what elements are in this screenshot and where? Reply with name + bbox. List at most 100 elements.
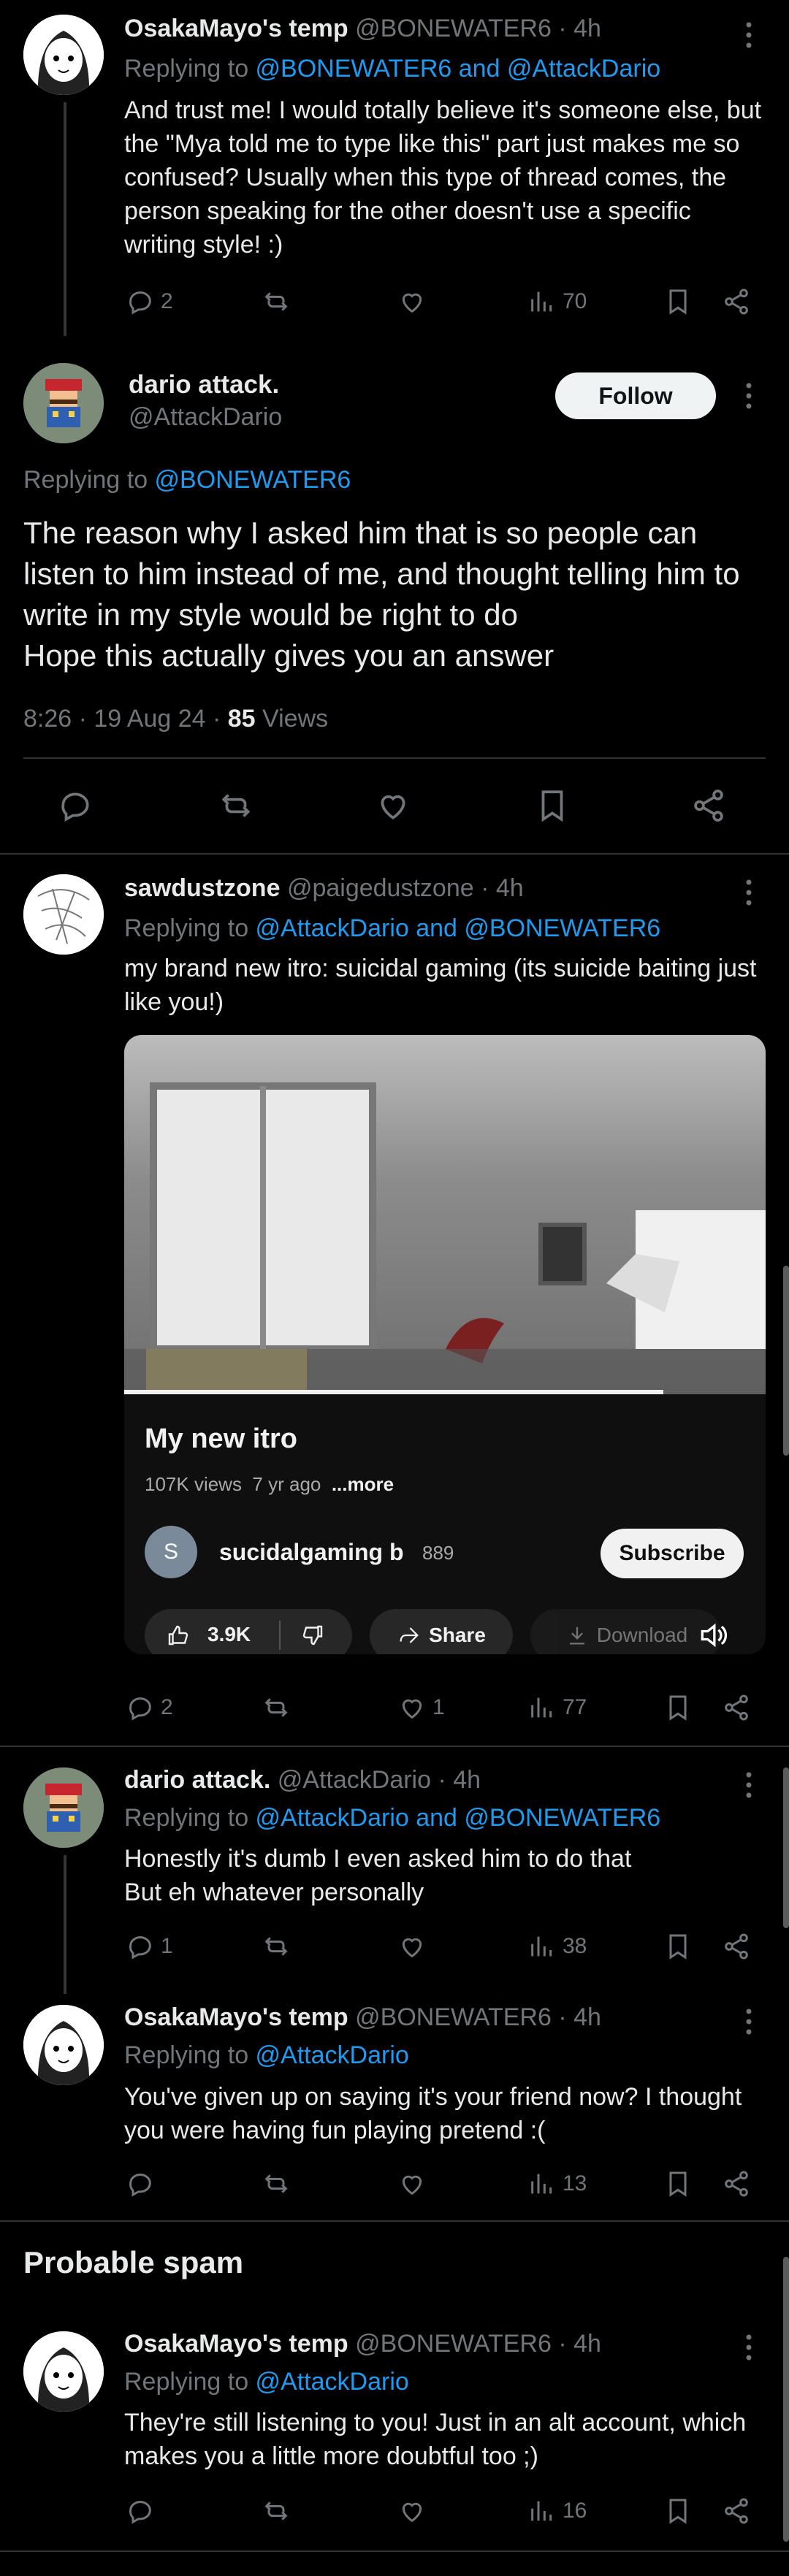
avatar[interactable] [23, 363, 104, 443]
reply-button[interactable]: 2 [126, 287, 173, 316]
repost-icon [264, 2174, 288, 2193]
display-name[interactable]: OsakaMayo's temp [124, 2003, 348, 2031]
share-icon[interactable] [722, 287, 751, 316]
thumbs-down-icon[interactable] [300, 1622, 326, 1648]
heart-icon[interactable] [375, 787, 411, 824]
follow-button[interactable]: Follow [555, 372, 716, 419]
handle[interactable]: @AttackDario [129, 403, 282, 432]
reply-icon [129, 2174, 151, 2197]
video-card[interactable]: My new itro 107K views 7 yr ago ...more … [124, 1035, 766, 1654]
views-icon [531, 291, 552, 312]
heart-icon [402, 2502, 422, 2523]
video-share-label: Share [429, 1624, 486, 1646]
video-share-button[interactable]: Share [370, 1609, 513, 1654]
like-button[interactable] [397, 2496, 432, 2526]
like-button[interactable] [397, 287, 432, 316]
more-options-icon[interactable] [738, 381, 760, 410]
scrollbar[interactable] [783, 1767, 789, 1928]
more-options-icon[interactable] [738, 2007, 760, 2036]
handle-and-time[interactable]: @BONEWATER6 · 4h [355, 15, 601, 42]
reply-button[interactable]: 1 [126, 1932, 173, 1961]
tweet-timestamp: 8:26 · 19 Aug 24 · 85 Views [23, 705, 328, 733]
section-heading[interactable]: Probable spam [23, 2245, 243, 2280]
reply-to-link[interactable]: @BONEWATER6 and @AttackDario [256, 55, 661, 83]
thumbs-up-icon[interactable] [165, 1622, 191, 1648]
like-dislike-pill[interactable]: 3.9K [145, 1609, 352, 1654]
avatar[interactable] [23, 874, 104, 955]
avatar[interactable] [23, 1767, 104, 1848]
reply-button[interactable]: 2 [126, 1693, 173, 1722]
reply-button[interactable] [126, 2496, 161, 2526]
bookmark-icon[interactable] [663, 2169, 693, 2198]
reply-icon[interactable] [57, 787, 94, 824]
handle-and-time[interactable]: @BONEWATER6 · 4h [355, 2003, 601, 2031]
volume-icon[interactable] [697, 1619, 729, 1651]
views-button[interactable]: 70 [527, 287, 587, 316]
bookmark-icon[interactable] [663, 2496, 693, 2526]
avatar[interactable] [23, 2331, 104, 2412]
display-name[interactable]: OsakaMayo's temp [124, 2330, 348, 2358]
bookmark-icon[interactable] [663, 1693, 693, 1722]
reply-icon [129, 1697, 151, 1721]
repost-button[interactable] [262, 287, 297, 316]
reply-to-link[interactable]: @AttackDario [256, 2041, 409, 2069]
heart-icon [402, 1938, 422, 1958]
scrollbar[interactable] [783, 2257, 789, 2542]
repost-icon[interactable] [218, 787, 254, 824]
like-button[interactable] [397, 1932, 432, 1961]
share-icon[interactable] [690, 787, 727, 824]
heart-icon [402, 2175, 422, 2195]
bookmark-icon[interactable] [663, 287, 693, 316]
video-download-button[interactable]: Download [530, 1609, 722, 1654]
video-more-link[interactable]: ...more [332, 1473, 394, 1495]
avatar[interactable] [23, 15, 104, 95]
views-button[interactable]: 38 [527, 1932, 587, 1961]
reply-to-link[interactable]: @BONEWATER6 [155, 466, 351, 494]
more-options-icon[interactable] [738, 1770, 760, 1800]
subscribe-button[interactable]: Subscribe [601, 1529, 744, 1578]
timestamp[interactable]: 8:26 · 19 Aug 24 · [23, 705, 228, 733]
tweet-header: dario attack. @AttackDario · 4h [124, 1766, 481, 1795]
share-icon[interactable] [722, 2169, 751, 2198]
reply-to-link[interactable]: @AttackDario [256, 2368, 409, 2396]
views-button[interactable]: 77 [527, 1693, 587, 1722]
more-options-icon[interactable] [738, 20, 760, 50]
bookmark-icon[interactable] [534, 787, 571, 824]
display-name[interactable]: sawdustzone [124, 874, 280, 902]
channel-name[interactable]: sucidalgaming b [219, 1539, 403, 1566]
reply-button[interactable] [126, 2169, 161, 2198]
display-name[interactable]: dario attack. [124, 1766, 270, 1794]
share-icon[interactable] [722, 2496, 751, 2526]
like-button[interactable] [397, 2169, 432, 2198]
more-options-icon[interactable] [738, 878, 760, 907]
like-button[interactable]: 1 [397, 1693, 445, 1722]
views-button[interactable]: 13 [527, 2169, 587, 2198]
display-name[interactable]: dario attack. [129, 370, 279, 400]
share-icon[interactable] [722, 1932, 751, 1961]
handle-and-time[interactable]: @paigedustzone · 4h [287, 874, 524, 902]
replying-to: Replying to @AttackDario [124, 2041, 409, 2069]
avatar[interactable] [23, 2005, 104, 2085]
display-name[interactable]: OsakaMayo's temp [124, 15, 348, 42]
scrollbar[interactable] [783, 1266, 789, 1456]
share-icon[interactable] [722, 1693, 751, 1722]
video-progress-bar[interactable] [124, 1390, 663, 1394]
repost-button[interactable] [262, 2169, 297, 2198]
more-options-icon[interactable] [738, 2333, 760, 2362]
repost-button[interactable] [262, 1693, 297, 1722]
repost-button[interactable] [262, 1932, 297, 1961]
reply-to-link[interactable]: @AttackDario and @BONEWATER6 [256, 1804, 661, 1832]
views-button[interactable]: 16 [527, 2496, 587, 2526]
divider [23, 757, 766, 759]
handle-and-time[interactable]: @AttackDario · 4h [278, 1766, 481, 1794]
thread-line [64, 1855, 66, 1994]
repost-button[interactable] [262, 2496, 297, 2526]
channel-avatar[interactable]: S [145, 1526, 197, 1578]
handle-and-time[interactable]: @BONEWATER6 · 4h [355, 2330, 601, 2358]
room-video-thumbnail-icon [124, 1082, 766, 1394]
subscriber-count: 889 [422, 1542, 454, 1564]
bookmark-icon[interactable] [663, 1932, 693, 1961]
video-frame[interactable] [124, 1035, 766, 1394]
anime-avatar-icon [23, 15, 104, 95]
reply-to-link[interactable]: @AttackDario and @BONEWATER6 [256, 914, 661, 942]
